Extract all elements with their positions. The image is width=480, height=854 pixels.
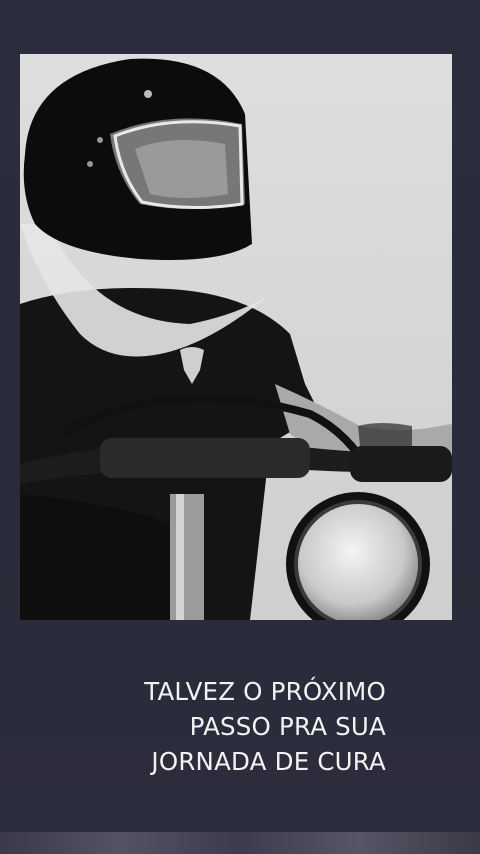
caption-line-1: TALVEZ O PRÓXIMO [144,677,386,706]
next-story-preview-strip [0,832,480,854]
caption-line-2: PASSO PRA SUA [189,712,386,741]
motorcycle-rider-photo [20,54,452,620]
story-caption: TALVEZ O PRÓXIMO PASSO PRA SUA JORNADA D… [26,674,386,779]
caption-line-3: JORNADA DE CURA [151,747,386,776]
story-screen: TALVEZ O PRÓXIMO PASSO PRA SUA JORNADA D… [0,0,480,854]
